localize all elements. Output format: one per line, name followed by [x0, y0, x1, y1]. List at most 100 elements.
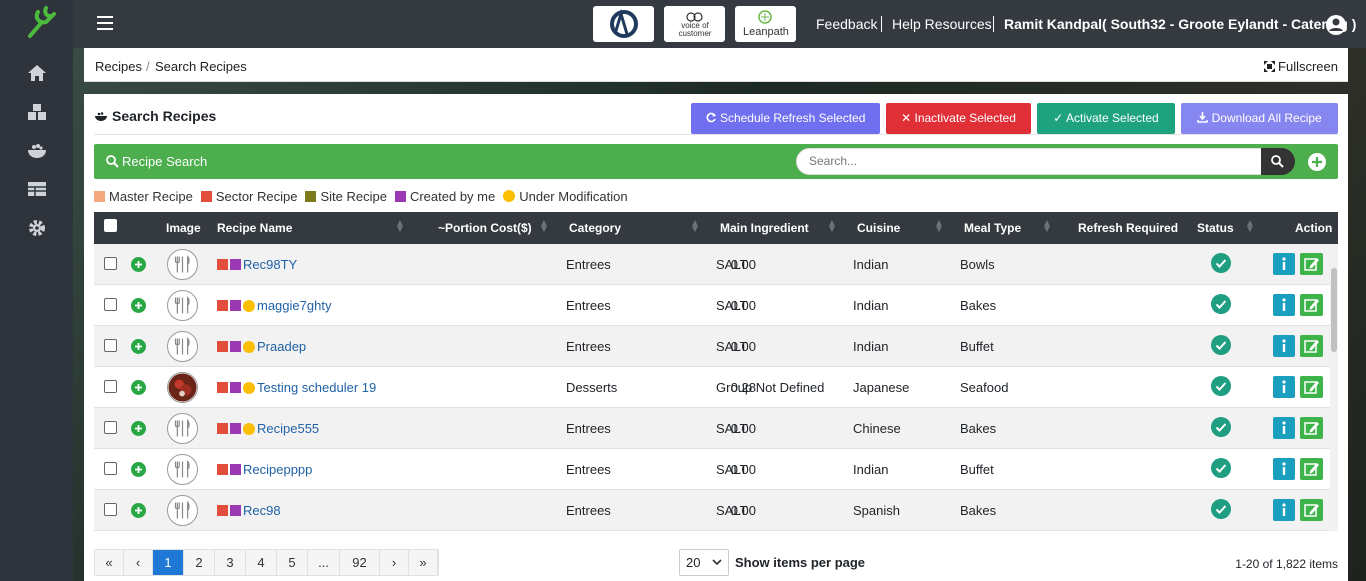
page-button[interactable]: »: [409, 550, 438, 575]
recipe-name-link[interactable]: Praadep: [257, 339, 306, 354]
recipe-name-cell: Testing scheduler 19: [217, 380, 376, 395]
panel-title: Search Recipes: [94, 108, 216, 124]
sort-icon[interactable]: ▲ ▼: [827, 219, 837, 235]
info-button[interactable]: [1273, 253, 1295, 275]
recipe-name-link[interactable]: Testing scheduler 19: [257, 380, 376, 395]
topbar-divider: [993, 16, 994, 32]
sort-icon[interactable]: ▲ ▼: [395, 219, 405, 235]
recipe-search-title: Recipe Search: [122, 154, 208, 169]
edit-button[interactable]: [1300, 335, 1323, 357]
header-recipe-name[interactable]: Recipe Name: [217, 221, 292, 235]
expand-row-button[interactable]: [131, 503, 146, 518]
page-button[interactable]: 3: [215, 550, 246, 575]
expand-row-button[interactable]: [131, 421, 146, 436]
menu-toggle-icon[interactable]: [97, 16, 113, 30]
info-icon: [1282, 298, 1286, 311]
page-button[interactable]: «: [95, 550, 124, 575]
header-main-ingredient[interactable]: Main Ingredient: [720, 221, 809, 235]
feedback-link[interactable]: Feedback: [816, 16, 877, 32]
add-recipe-button[interactable]: [1308, 153, 1326, 171]
edit-button[interactable]: [1300, 458, 1323, 480]
page-button[interactable]: ...: [308, 550, 340, 575]
created-by-me-marker: [230, 300, 241, 311]
fullscreen-button[interactable]: Fullscreen: [1264, 59, 1338, 74]
row-checkbox[interactable]: [104, 257, 117, 270]
info-button[interactable]: [1273, 335, 1295, 357]
recipe-bowl-icon[interactable]: [26, 139, 48, 161]
schedule-refresh-selected-button[interactable]: Schedule Refresh Selected: [691, 103, 880, 134]
table-scrollbar[interactable]: [1330, 244, 1338, 531]
sort-icon[interactable]: ▲ ▼: [539, 219, 549, 235]
sort-icon[interactable]: ▲ ▼: [1042, 219, 1052, 235]
row-checkbox[interactable]: [104, 503, 117, 516]
info-icon: [1282, 380, 1286, 393]
sort-icon[interactable]: ▲ ▼: [690, 219, 700, 235]
info-button[interactable]: [1273, 294, 1295, 316]
expand-row-button[interactable]: [131, 339, 146, 354]
plus-icon: [135, 507, 142, 514]
brand-leanpath-logo[interactable]: Leanpath: [735, 6, 796, 42]
row-checkbox[interactable]: [104, 298, 117, 311]
scrollbar-thumb[interactable]: [1331, 268, 1337, 352]
user-context-link[interactable]: Ramit Kandpal( South32 - Groote Eylandt …: [1004, 16, 1356, 32]
header-status[interactable]: Status: [1197, 221, 1234, 235]
header-meal-type[interactable]: Meal Type: [964, 221, 1021, 235]
legend-swatch: [94, 191, 105, 203]
info-button[interactable]: [1273, 376, 1295, 398]
header-image: Image: [166, 221, 201, 235]
row-checkbox[interactable]: [104, 339, 117, 352]
recipe-name-link[interactable]: Rec98TY: [243, 257, 297, 272]
meal-type-cell: Bakes: [960, 421, 997, 436]
inactivate-selected-button[interactable]: ✕ Inactivate Selected: [886, 103, 1031, 134]
download-all-recipe-button[interactable]: Download All Recipe: [1181, 103, 1338, 134]
info-button[interactable]: [1273, 499, 1295, 521]
row-checkbox[interactable]: [104, 462, 117, 475]
recipe-name-link[interactable]: Recipe555: [257, 421, 319, 436]
table-grid-icon[interactable]: [26, 178, 48, 200]
recipe-name-link[interactable]: maggie7ghty: [257, 298, 331, 313]
expand-row-button[interactable]: [131, 462, 146, 477]
sort-icon[interactable]: ▲ ▼: [934, 219, 944, 235]
home-icon[interactable]: [26, 62, 48, 84]
expand-row-button[interactable]: [131, 257, 146, 272]
expand-row-button[interactable]: [131, 298, 146, 313]
page-button[interactable]: 2: [184, 550, 215, 575]
sort-icon[interactable]: ▲ ▼: [1245, 219, 1255, 235]
status-active-icon: [1211, 458, 1231, 478]
edit-button[interactable]: [1300, 253, 1323, 275]
header-portion-cost[interactable]: ~Portion Cost($): [438, 221, 532, 235]
page-button[interactable]: ‹: [124, 550, 153, 575]
user-avatar-icon[interactable]: [1325, 14, 1347, 36]
recipe-image: [167, 495, 198, 526]
header-cuisine[interactable]: Cuisine: [857, 221, 900, 235]
page-button[interactable]: 4: [246, 550, 277, 575]
settings-gear-icon[interactable]: [26, 217, 48, 239]
search-submit-button[interactable]: [1261, 148, 1295, 175]
brand-ad-logo[interactable]: [593, 6, 654, 42]
edit-button[interactable]: [1300, 417, 1323, 439]
boxes-icon[interactable]: [26, 101, 48, 123]
recipe-name-link[interactable]: Rec98: [243, 503, 281, 518]
help-resources-link[interactable]: Help Resources: [892, 16, 992, 32]
brand-voice-of-customer-logo[interactable]: voice of customer: [664, 6, 725, 42]
header-category[interactable]: Category: [569, 221, 621, 235]
breadcrumb-recipes[interactable]: Recipes: [95, 59, 142, 74]
items-per-page-select[interactable]: 20: [679, 549, 729, 576]
expand-row-button[interactable]: [131, 380, 146, 395]
row-checkbox[interactable]: [104, 380, 117, 393]
info-button[interactable]: [1273, 417, 1295, 439]
activate-selected-button[interactable]: ✓ Activate Selected: [1037, 103, 1175, 134]
search-input[interactable]: Search...: [796, 148, 1262, 175]
page-button[interactable]: 92: [340, 550, 380, 575]
page-button[interactable]: 5: [277, 550, 308, 575]
info-button[interactable]: [1273, 458, 1295, 480]
select-all-checkbox[interactable]: [104, 219, 117, 232]
edit-button[interactable]: [1300, 294, 1323, 316]
row-checkbox[interactable]: [104, 421, 117, 434]
edit-button[interactable]: [1300, 499, 1323, 521]
app-logo-icon[interactable]: [24, 4, 60, 40]
recipe-name-link[interactable]: Recipepppp: [243, 462, 312, 477]
edit-button[interactable]: [1300, 376, 1323, 398]
page-button[interactable]: 1: [153, 550, 184, 575]
page-button[interactable]: ›: [380, 550, 409, 575]
